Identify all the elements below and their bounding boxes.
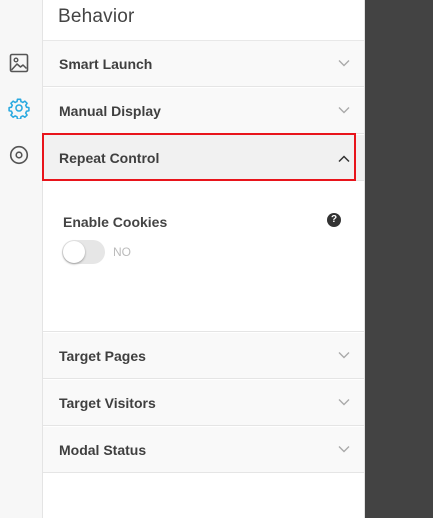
chevron-down-icon: [338, 446, 350, 453]
accordion-label: Target Pages: [59, 348, 146, 364]
accordion-label: Modal Status: [59, 442, 147, 458]
chevron-up-icon: [338, 155, 350, 163]
accordion-label: Smart Launch: [59, 56, 153, 72]
gear-icon[interactable]: [7, 96, 31, 120]
image-icon[interactable]: [7, 51, 31, 75]
icon-sidebar: [0, 0, 43, 518]
chevron-down-icon: [338, 107, 350, 114]
enable-cookies-label: Enable Cookies: [63, 214, 168, 230]
chevron-down-icon: [338, 60, 350, 67]
accordion-label: Target Visitors: [59, 395, 156, 411]
help-icon[interactable]: ?: [327, 213, 341, 227]
accordion-label: Repeat Control: [59, 150, 160, 166]
toggle-state-text: NO: [113, 245, 131, 259]
chevron-down-icon: [338, 352, 350, 359]
panel-title: Behavior: [58, 6, 135, 27]
accordion-label: Manual Display: [59, 103, 161, 119]
accordion-repeat-control[interactable]: Repeat Control: [43, 135, 364, 181]
target-icon[interactable]: [7, 143, 31, 167]
enable-cookies-toggle[interactable]: [62, 240, 105, 264]
accordion-smart-launch[interactable]: Smart Launch: [43, 41, 364, 87]
accordion-manual-display[interactable]: Manual Display: [43, 88, 364, 134]
repeat-control-content: Enable Cookies ? NO: [43, 181, 364, 332]
toggle-knob: [63, 241, 85, 263]
canvas-area: [365, 0, 433, 518]
behavior-panel: Behavior Smart Launch Manual Display Rep…: [43, 0, 365, 518]
accordion-modal-status[interactable]: Modal Status: [43, 427, 364, 473]
accordion-target-visitors[interactable]: Target Visitors: [43, 380, 364, 426]
chevron-down-icon: [338, 399, 350, 406]
accordion-target-pages[interactable]: Target Pages: [43, 333, 364, 379]
